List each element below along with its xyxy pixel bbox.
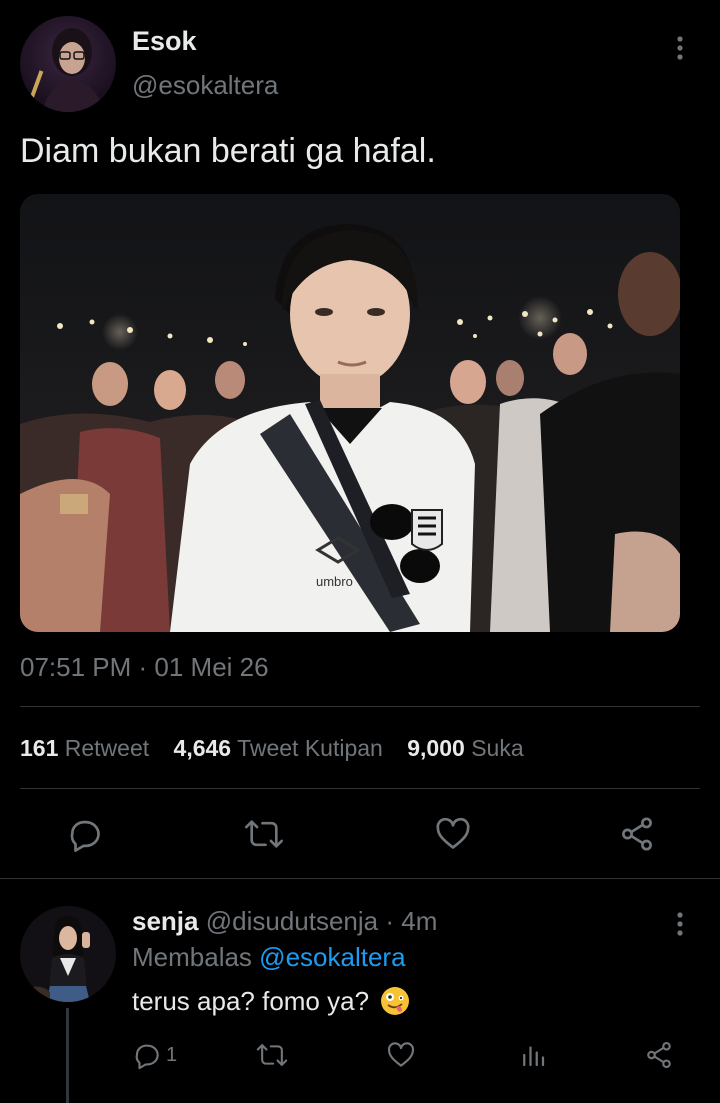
reply-header: senja @disudutsenja · 4m (132, 906, 437, 937)
reply-more-options-icon[interactable] (670, 910, 690, 938)
reply-reply-button[interactable]: 1 (132, 1040, 177, 1070)
shirt-brand-text: umbro (316, 574, 353, 589)
replying-to-prefix: Membalas (132, 942, 252, 972)
reply-analytics-icon[interactable] (518, 1040, 548, 1070)
share-icon[interactable] (618, 815, 656, 853)
reply-reply-count: 1 (166, 1043, 178, 1066)
replying-to-link[interactable]: @esokaltera (259, 942, 405, 972)
tweet-text: Diam bukan berati ga hafal. (20, 132, 436, 170)
tweet-photo[interactable]: umbro (20, 194, 680, 632)
reply-thread-line (66, 1008, 69, 1103)
more-options-icon[interactable] (670, 34, 690, 62)
like-stat[interactable]: 9,000 Suka (407, 735, 523, 761)
retweet-icon[interactable] (244, 815, 284, 853)
quote-label: Tweet Kutipan (237, 735, 383, 761)
like-label: Suka (471, 735, 524, 761)
reply-icon[interactable] (66, 815, 104, 853)
reply-time[interactable]: · 4m (385, 906, 437, 936)
retweet-label: Retweet (64, 735, 150, 761)
retweet-count: 161 (20, 735, 59, 761)
reply-retweet-icon[interactable] (256, 1040, 288, 1070)
zany-face-emoji (380, 986, 410, 1016)
like-icon[interactable] (434, 815, 472, 853)
reply-text: terus apa? fomo ya? (132, 986, 410, 1017)
tweet-stats: 161 Retweet 4,646 Tweet Kutipan 9,000 Su… (20, 735, 524, 762)
reply-avatar[interactable] (20, 906, 116, 1002)
retweet-stat[interactable]: 161 Retweet (20, 735, 156, 761)
like-count: 9,000 (407, 735, 465, 761)
reply-text-body: terus apa? fomo ya? (132, 986, 370, 1016)
divider-middle (20, 788, 700, 789)
reply-author-name[interactable]: senja (132, 906, 199, 936)
reply-icon (132, 1040, 162, 1070)
replying-to: Membalas @esokaltera (132, 942, 406, 973)
author-handle[interactable]: @esokaltera (132, 70, 278, 101)
tweet-timestamp[interactable]: 07:51 PM · 01 Mei 26 (20, 652, 269, 683)
reply-author-handle[interactable]: @disudutsenja (206, 906, 378, 936)
quote-count: 4,646 (173, 735, 232, 761)
thread-separator (0, 878, 720, 879)
quote-stat[interactable]: 4,646 Tweet Kutipan (174, 735, 390, 761)
divider-top (20, 706, 700, 707)
author-avatar[interactable] (20, 16, 116, 112)
reply-share-icon[interactable] (644, 1040, 674, 1070)
author-name[interactable]: Esok (132, 26, 197, 57)
reply-like-icon[interactable] (386, 1040, 416, 1070)
